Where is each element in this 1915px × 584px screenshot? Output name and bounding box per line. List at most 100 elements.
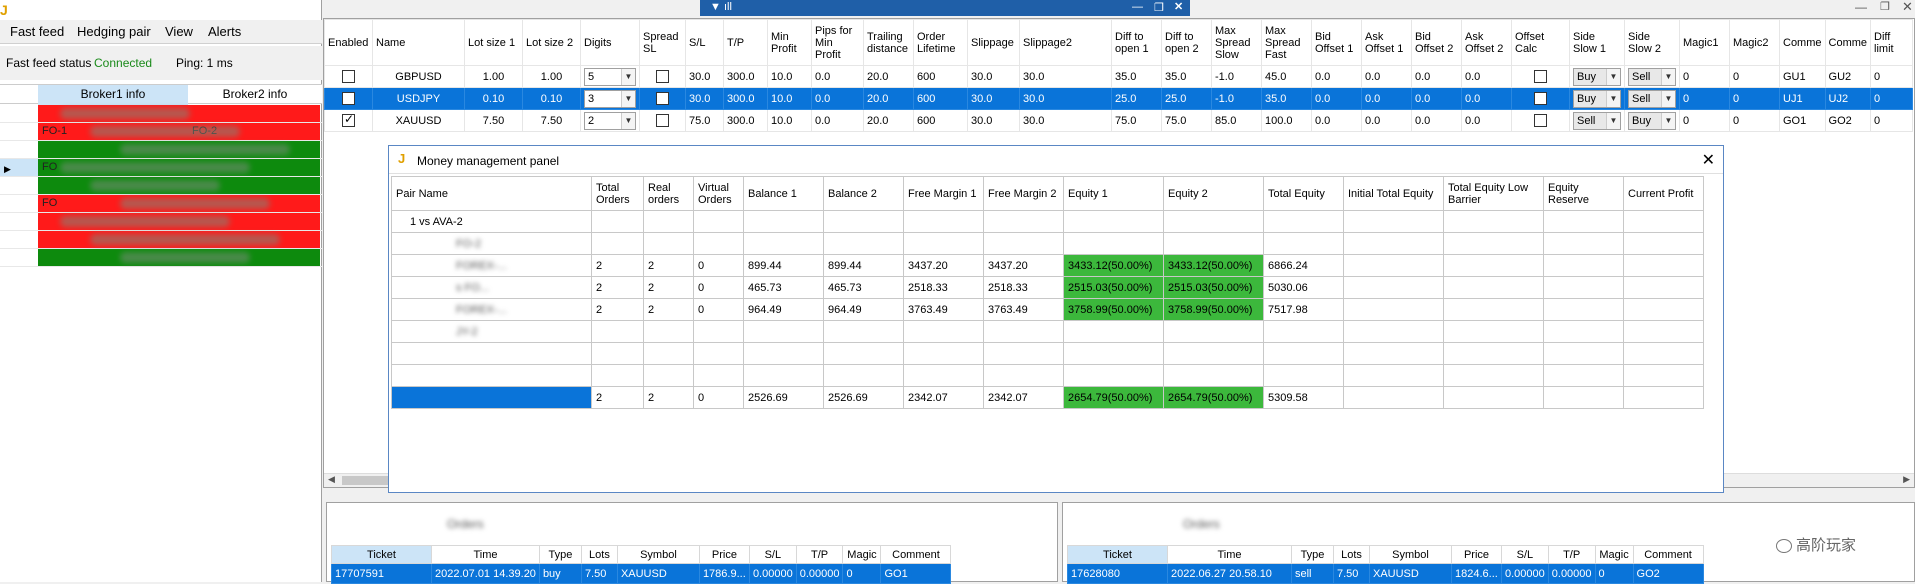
mm-row[interactable]: 2 2 0 2526.69 2526.69 2342.07 2342.07 2654.79(5…: [391, 386, 1704, 409]
mm-cell[interactable]: [1263, 320, 1344, 343]
orders-column-header[interactable]: S/L: [1501, 545, 1549, 564]
cell-comm1[interactable]: GO1: [1779, 109, 1826, 132]
orders-column-header[interactable]: S/L: [748, 545, 797, 564]
cell-bid2[interactable]: 0.0: [1411, 87, 1462, 110]
menu-alerts[interactable]: Alerts: [208, 24, 241, 39]
mm-cell[interactable]: [1543, 210, 1624, 233]
mm-cell[interactable]: [693, 342, 744, 365]
column-header[interactable]: T/P: [723, 19, 768, 66]
order-cell[interactable]: 2022.06.27 20.58.10: [1167, 563, 1292, 584]
orders-column-header[interactable]: Symbol: [616, 545, 700, 564]
mm-cell[interactable]: [1623, 386, 1704, 409]
mm-cell[interactable]: [1543, 254, 1624, 277]
column-header[interactable]: Offset Calc: [1511, 19, 1570, 66]
cell-min_profit[interactable]: 10.0: [767, 109, 812, 132]
mm-cell[interactable]: 964.49: [823, 298, 904, 321]
scroll-right-icon[interactable]: ▶: [1903, 474, 1910, 485]
cell-spread_sl[interactable]: [639, 65, 686, 88]
cell-diff1[interactable]: 25.0: [1111, 87, 1162, 110]
mm-cell[interactable]: [1263, 232, 1344, 255]
column-header[interactable]: Digits: [580, 19, 640, 66]
order-cell[interactable]: 1824.6...: [1451, 563, 1502, 584]
mm-column-header[interactable]: Total Equity: [1263, 176, 1344, 211]
orders-column-header[interactable]: Ticket: [331, 545, 432, 564]
mm-cell[interactable]: [1343, 276, 1444, 299]
mm-column-header[interactable]: Free Margin 1: [903, 176, 984, 211]
pair-name-cell[interactable]: FOREX-...: [391, 254, 592, 277]
spread_sl-checkbox[interactable]: [656, 70, 669, 83]
side1-dropdown[interactable]: Sell ▼: [1573, 111, 1621, 130]
mm-cell[interactable]: 2518.33: [903, 276, 984, 299]
mm-cell[interactable]: [643, 364, 694, 387]
side1-dropdown[interactable]: Buy ▼: [1573, 67, 1621, 86]
mm-cell[interactable]: [1623, 232, 1704, 255]
mm-cell[interactable]: [1063, 232, 1164, 255]
mm-cell[interactable]: 2: [591, 386, 644, 409]
mm-row[interactable]: 1 vs AVA-2: [391, 210, 1704, 233]
pair-name-cell[interactable]: 1 vs AVA-2: [391, 210, 592, 233]
mm-column-header[interactable]: Total Orders: [591, 176, 644, 211]
chevron-down-icon[interactable]: ▼: [1606, 68, 1620, 85]
order-cell[interactable]: GO1: [880, 563, 952, 584]
orders-column-header[interactable]: Magic: [842, 545, 882, 564]
mm-cell[interactable]: 3763.49: [983, 298, 1064, 321]
mm-cell[interactable]: [1263, 364, 1344, 387]
column-header[interactable]: Magic2: [1729, 19, 1780, 66]
cell-magic2[interactable]: 0: [1729, 109, 1780, 132]
chevron-down-icon[interactable]: ▼: [621, 90, 635, 107]
cell-ask2[interactable]: 0.0: [1461, 87, 1512, 110]
cell-slip[interactable]: 30.0: [967, 109, 1020, 132]
mm-cell[interactable]: 0: [693, 276, 744, 299]
mm-cell[interactable]: [1343, 298, 1444, 321]
cell-magic1[interactable]: 0: [1679, 87, 1730, 110]
mm-cell[interactable]: [1443, 386, 1544, 409]
column-header[interactable]: Ask Offset 1: [1361, 19, 1412, 66]
mm-cell[interactable]: [823, 342, 904, 365]
digits-dropdown[interactable]: 5 ▼: [584, 67, 636, 86]
cell-bid2[interactable]: 0.0: [1411, 109, 1462, 132]
mm-cell[interactable]: 3758.99(50.00%): [1063, 298, 1164, 321]
side1-dropdown[interactable]: Buy ▼: [1573, 89, 1621, 108]
broker-row[interactable]: [0, 231, 322, 249]
mm-cell[interactable]: [743, 210, 824, 233]
mm-cell[interactable]: 2: [591, 254, 644, 277]
cell-trailing[interactable]: 20.0: [863, 65, 914, 88]
cell-max_slow[interactable]: -1.0: [1211, 87, 1262, 110]
mm-close-icon[interactable]: ✕: [1702, 150, 1715, 170]
cell-pips_min[interactable]: 0.0: [811, 65, 864, 88]
pair-name-cell[interactable]: JY-2: [391, 320, 592, 343]
order-cell[interactable]: 0.00000: [1501, 563, 1549, 584]
mm-cell[interactable]: [903, 232, 984, 255]
orders-column-header[interactable]: T/P: [1547, 545, 1596, 564]
digits-dropdown[interactable]: 2 ▼: [584, 111, 636, 130]
order-cell[interactable]: 0: [1594, 563, 1634, 584]
broker-row[interactable]: FO: [0, 195, 322, 213]
orders-column-header[interactable]: Time: [1167, 545, 1292, 564]
mm-cell[interactable]: [693, 320, 744, 343]
mm-cell[interactable]: 3433.12(50.00%): [1163, 254, 1264, 277]
mm-cell[interactable]: [1443, 342, 1544, 365]
tab-broker2-info[interactable]: Broker2 info: [188, 85, 322, 105]
cell-slip2[interactable]: 30.0: [1019, 87, 1112, 110]
chevron-down-icon[interactable]: ▼: [1606, 90, 1620, 107]
offset_calc-checkbox[interactable]: [1534, 92, 1547, 105]
cell-max_slow[interactable]: -1.0: [1211, 65, 1262, 88]
orders-column-header[interactable]: Ticket: [1067, 545, 1168, 564]
mm-cell[interactable]: [591, 232, 644, 255]
order-cell[interactable]: GO2: [1632, 563, 1704, 584]
mm-cell[interactable]: [1163, 342, 1264, 365]
cell-diff_limit[interactable]: 0: [1870, 87, 1914, 110]
mm-cell[interactable]: [1063, 210, 1164, 233]
mm-cell[interactable]: [1443, 364, 1544, 387]
order-cell[interactable]: 17628080: [1067, 563, 1168, 584]
cell-tp[interactable]: 300.0: [723, 87, 768, 110]
orders-column-header[interactable]: Price: [698, 545, 750, 564]
broker-row[interactable]: [0, 249, 322, 267]
column-header[interactable]: Max Spread Slow: [1211, 19, 1262, 66]
mm-cell[interactable]: [1623, 364, 1704, 387]
mm-cell[interactable]: 2518.33: [983, 276, 1064, 299]
mm-column-header[interactable]: Initial Total Equity: [1343, 176, 1444, 211]
table-row[interactable]: XAUUSD7.507.502▼75.0300.010.00.020.06003…: [324, 109, 1914, 132]
table-row[interactable]: USDJPY 0.10 0.10 3 ▼ 30.0 300.0 10.0 0.0 20.0 600 3…: [324, 87, 1914, 110]
mm-cell[interactable]: [1623, 276, 1704, 299]
